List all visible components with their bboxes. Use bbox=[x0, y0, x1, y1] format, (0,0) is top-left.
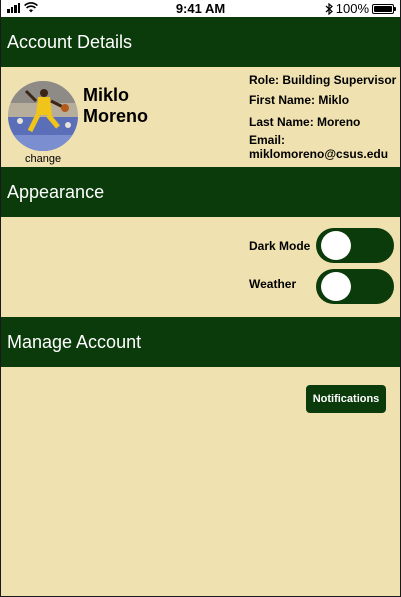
profile-name: Miklo Moreno bbox=[83, 85, 183, 127]
profile-avatar[interactable] bbox=[8, 81, 78, 151]
bluetooth-icon bbox=[325, 2, 333, 15]
appearance-header: Appearance bbox=[1, 167, 400, 217]
profile-first-name: Miklo bbox=[83, 85, 130, 105]
profile-last-name: Moreno bbox=[83, 106, 148, 126]
dark-mode-toggle[interactable] bbox=[316, 228, 394, 263]
weather-toggle[interactable] bbox=[316, 269, 394, 304]
battery-level-fill bbox=[374, 5, 392, 12]
change-photo-link[interactable]: change bbox=[25, 153, 61, 165]
manage-account-panel: Notifications bbox=[1, 367, 400, 596]
battery-icon bbox=[372, 3, 396, 14]
account-details-header: Account Details bbox=[1, 17, 400, 67]
profile-photo bbox=[8, 81, 78, 151]
notifications-button[interactable]: Notifications bbox=[306, 385, 386, 413]
status-right: 100% bbox=[325, 1, 396, 16]
email-text: miklomoreno@csus.edu bbox=[249, 147, 389, 161]
email-label: Email: bbox=[249, 133, 286, 147]
weather-label: Weather bbox=[249, 277, 297, 291]
appearance-panel: Dark Mode Weather bbox=[1, 217, 400, 317]
dark-mode-toggle-knob bbox=[321, 231, 351, 260]
battery-percent: 100% bbox=[335, 1, 369, 16]
manage-account-header: Manage Account bbox=[1, 317, 400, 367]
app-screen: 9:41 AM 100% Account Details change Mikl… bbox=[0, 0, 401, 597]
role-text: Role: Building Supervisor bbox=[249, 73, 397, 87]
dark-mode-label: Dark Mode bbox=[249, 239, 311, 253]
account-details-panel: change Miklo Moreno Role: Building Super… bbox=[1, 67, 400, 167]
weather-toggle-knob bbox=[321, 272, 351, 301]
last-name-text: Last Name: Moreno bbox=[249, 115, 361, 129]
first-name-text: First Name: Miklo bbox=[249, 93, 350, 107]
status-bar: 9:41 AM 100% bbox=[1, 0, 400, 17]
